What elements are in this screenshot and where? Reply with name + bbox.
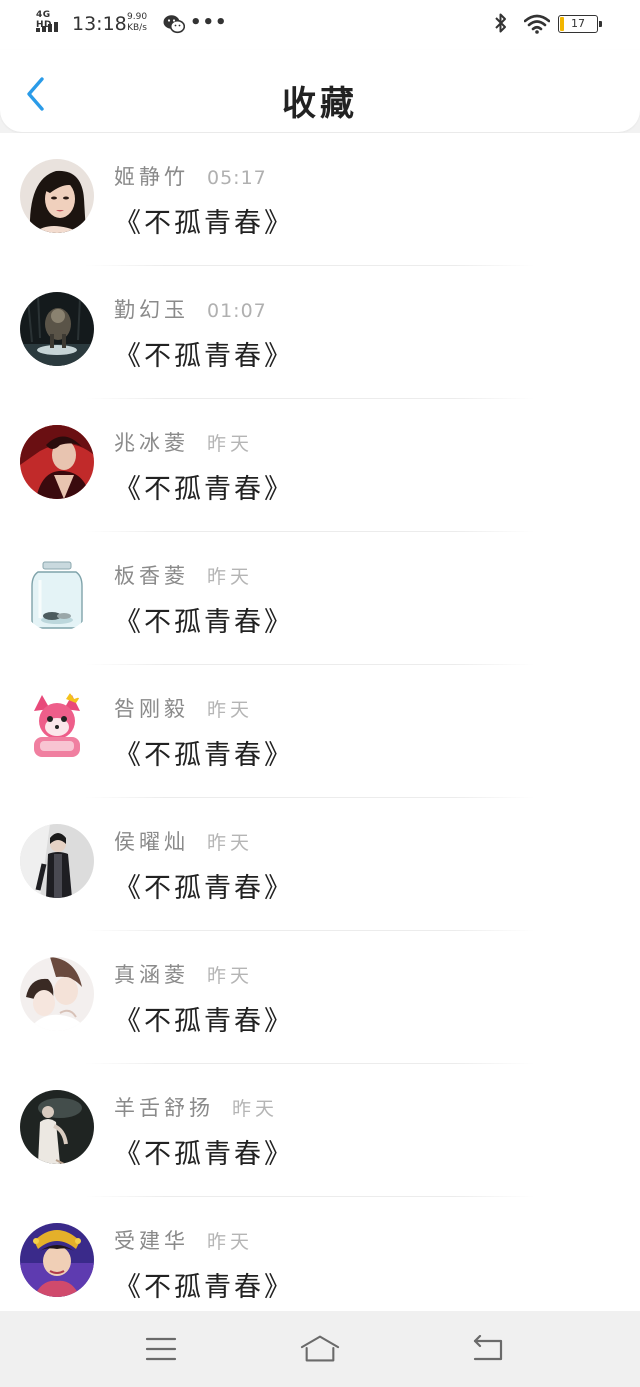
menu-icon (145, 1337, 177, 1361)
page-title: 收藏 (282, 84, 358, 124)
user-name: 咎刚毅 (114, 697, 189, 721)
system-navigation-bar (0, 1311, 640, 1387)
post-time: 昨天 (207, 566, 254, 588)
avatar (20, 824, 94, 898)
page-header: 收藏 (0, 50, 640, 132)
content-title: 《不孤青春》 (114, 341, 294, 372)
item-meta: 受建华 昨天 (114, 1225, 253, 1255)
post-time: 01:07 (207, 300, 267, 322)
list-item[interactable]: 真涵菱 昨天 《不孤青春》 (0, 931, 640, 1064)
item-meta: 侯曜灿 昨天 (114, 826, 253, 856)
avatar-pink-fox-cartoon (20, 691, 94, 765)
avatar (20, 558, 94, 632)
network-speed-value: 9.90 (127, 12, 148, 22)
favorites-list: 姬静竹 05:17 《不孤青春》 勤幻玉 01:07 《不孤青春》 兆冰菱 昨天… (0, 133, 640, 1311)
user-name: 兆冰菱 (114, 431, 189, 455)
status-bar: 4G HD 13:18 9.90 KB/s ••• 17 (0, 0, 640, 50)
post-time: 昨天 (207, 699, 254, 721)
list-item[interactable]: 兆冰菱 昨天 《不孤青春》 (0, 399, 640, 532)
wechat-icon (163, 15, 185, 34)
user-name: 真涵菱 (114, 963, 189, 987)
content-title: 《不孤青春》 (114, 208, 294, 239)
content-title: 《不孤青春》 (114, 607, 294, 638)
user-name: 板香菱 (114, 564, 189, 588)
user-name: 羊舌舒扬 (114, 1096, 214, 1120)
avatar (20, 1090, 94, 1164)
item-meta: 兆冰菱 昨天 (114, 427, 253, 457)
item-meta: 真涵菱 昨天 (114, 959, 253, 989)
post-time: 昨天 (207, 832, 254, 854)
signal-icon (36, 22, 58, 32)
network-speed-unit: KB/s (127, 23, 147, 33)
battery-tip (599, 21, 602, 27)
list-item[interactable]: 勤幻玉 01:07 《不孤青春》 (0, 266, 640, 399)
return-icon (473, 1335, 503, 1361)
list-item[interactable]: 姬静竹 05:17 《不孤青春》 (0, 133, 640, 266)
user-name: 勤幻玉 (114, 298, 189, 322)
avatar-anime-couple (20, 957, 94, 1031)
post-time: 昨天 (207, 965, 254, 987)
return-button[interactable] (468, 1329, 508, 1369)
post-time: 昨天 (232, 1098, 279, 1120)
avatar (20, 691, 94, 765)
avatar-costume-character (20, 1223, 94, 1297)
status-right: 17 (494, 12, 604, 38)
list-item[interactable]: 受建华 昨天 《不孤青春》 (0, 1197, 640, 1311)
user-name: 姬静竹 (114, 165, 189, 189)
wifi-icon (524, 14, 550, 34)
home-button[interactable] (300, 1329, 340, 1369)
more-notifications-icon: ••• (190, 12, 228, 33)
avatar-red-character (20, 425, 94, 499)
post-time: 05:17 (207, 167, 267, 189)
bluetooth-icon (495, 13, 506, 33)
avatar (20, 957, 94, 1031)
avatar (20, 159, 94, 233)
list-item[interactable]: 咎刚毅 昨天 《不孤青春》 (0, 665, 640, 798)
menu-button[interactable] (141, 1329, 181, 1369)
item-meta: 勤幻玉 01:07 (114, 294, 267, 324)
content-title: 《不孤青春》 (114, 1006, 294, 1037)
content-title: 《不孤青春》 (114, 1139, 294, 1170)
home-icon (300, 1335, 340, 1362)
list-item[interactable]: 板香菱 昨天 《不孤青春》 (0, 532, 640, 665)
user-name: 侯曜灿 (114, 830, 189, 854)
avatar-woman-portrait (20, 159, 94, 233)
item-meta: 板香菱 昨天 (114, 560, 253, 590)
item-meta: 羊舌舒扬 昨天 (114, 1092, 278, 1122)
avatar (20, 292, 94, 366)
avatar-dark-creature (20, 292, 94, 366)
status-time: 13:18 (72, 13, 127, 35)
content-title: 《不孤青春》 (114, 1272, 294, 1303)
item-meta: 咎刚毅 昨天 (114, 693, 253, 723)
avatar-dark-figure (20, 824, 94, 898)
content-title: 《不孤青春》 (114, 474, 294, 505)
avatar (20, 425, 94, 499)
post-time: 昨天 (207, 433, 254, 455)
user-name: 受建华 (114, 1229, 189, 1253)
avatar-performer (20, 1090, 94, 1164)
item-meta: 姬静竹 05:17 (114, 161, 267, 191)
battery-indicator: 17 (558, 15, 602, 33)
list-item[interactable]: 羊舌舒扬 昨天 《不孤青春》 (0, 1064, 640, 1197)
content-title: 《不孤青春》 (114, 873, 294, 904)
avatar (20, 1223, 94, 1297)
post-time: 昨天 (207, 1231, 254, 1253)
content-title: 《不孤青春》 (114, 740, 294, 771)
battery-level-text: 17 (571, 17, 585, 30)
network-speed: 9.90 KB/s (127, 12, 147, 34)
list-item[interactable]: 侯曜灿 昨天 《不孤青春》 (0, 798, 640, 931)
avatar-glass-jar (20, 558, 94, 632)
